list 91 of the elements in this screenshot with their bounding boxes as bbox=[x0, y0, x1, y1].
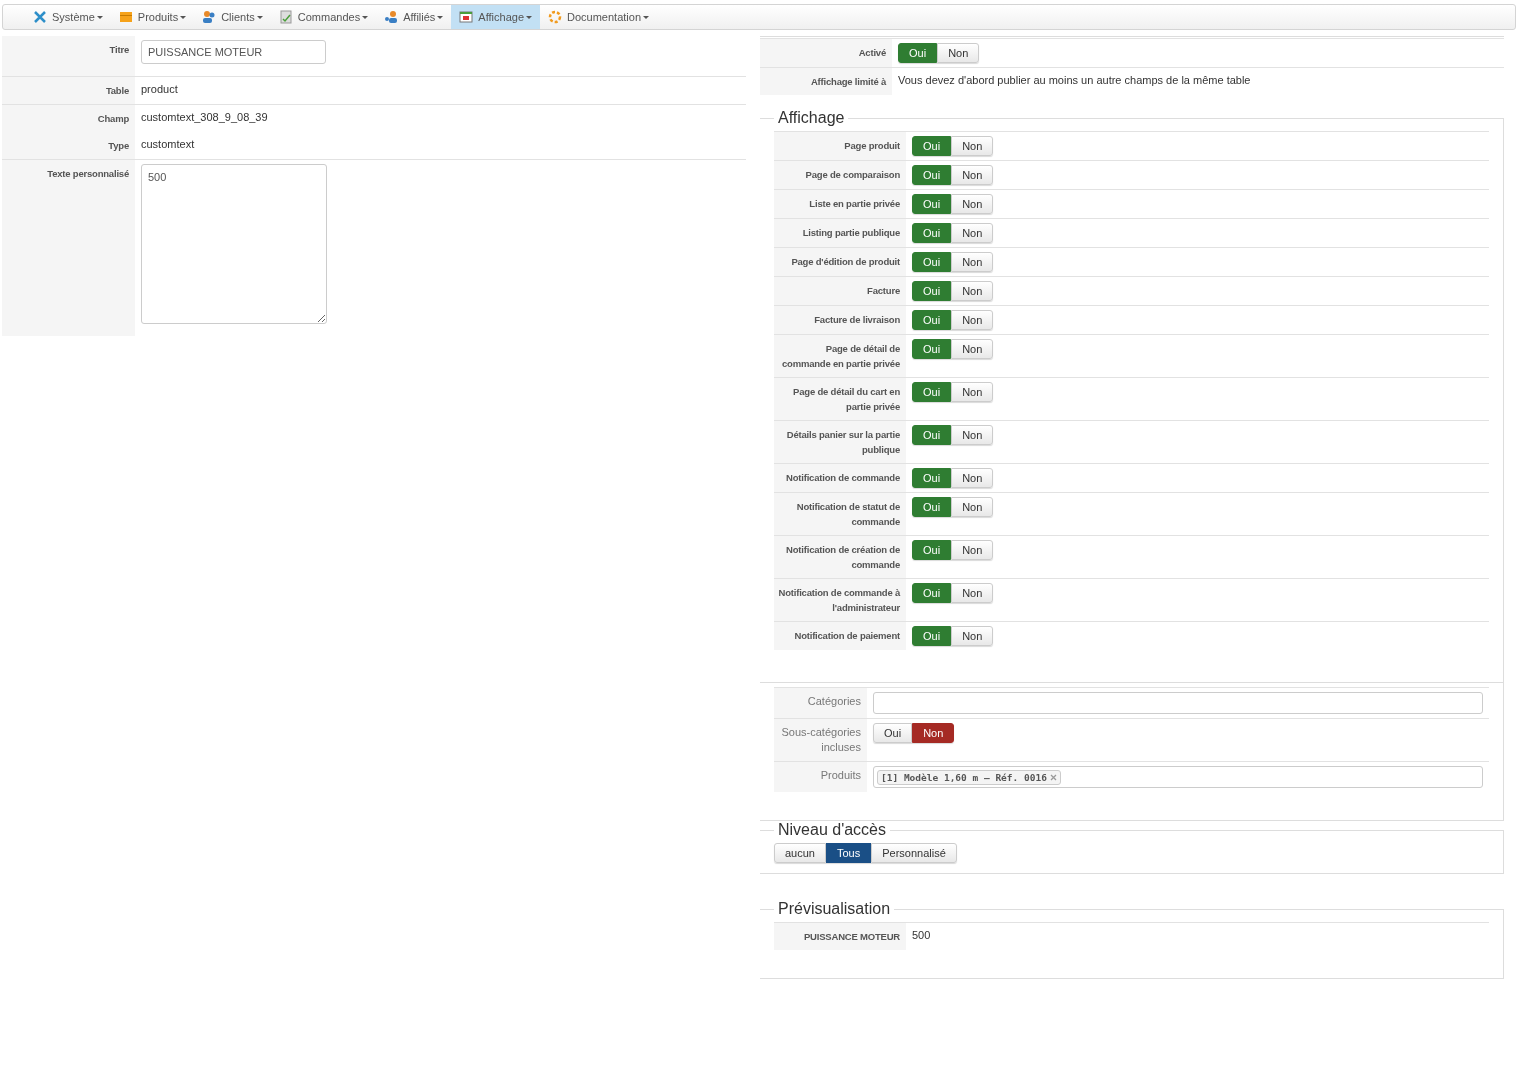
access-option[interactable]: Tous bbox=[826, 843, 872, 863]
field-value: customtext bbox=[141, 137, 195, 152]
product-tag[interactable]: [1] Modèle 1,60 m – Réf. 0016 bbox=[877, 769, 1061, 785]
field-value: Vous devez d'abord publier au moins un autre champs de la même table bbox=[898, 73, 1251, 88]
field-label: Catégories bbox=[774, 688, 867, 718]
yes-option[interactable]: Oui bbox=[912, 310, 952, 330]
field-label: Page de détail du cart en partie privée bbox=[774, 378, 906, 420]
field-value: customtext_308_9_08_39 bbox=[141, 110, 268, 125]
menu-item[interactable]: Système bbox=[25, 5, 111, 29]
no-option[interactable]: Non bbox=[912, 723, 955, 743]
title-field[interactable]: PUISSANCE MOTEUR bbox=[141, 40, 326, 64]
field-label: Liste en partie privée bbox=[774, 190, 906, 218]
field-label: Notification de commande à l'administrateur bbox=[774, 579, 906, 621]
preview-value: 500 bbox=[912, 928, 931, 943]
field-label: Facture de livraison bbox=[774, 306, 906, 334]
yes-option[interactable]: Oui bbox=[912, 382, 952, 402]
section-title: Niveau d'accès bbox=[777, 821, 887, 839]
yes-option[interactable]: Oui bbox=[912, 468, 952, 488]
users-icon bbox=[384, 10, 399, 24]
yes-option[interactable]: Oui bbox=[912, 281, 952, 301]
no-option[interactable]: Non bbox=[951, 497, 994, 517]
lifebuoy-icon bbox=[548, 10, 562, 24]
no-option[interactable]: Non bbox=[951, 468, 994, 488]
field-label: Page de comparaison bbox=[774, 161, 906, 189]
field-label: Affichage limité à bbox=[760, 68, 892, 95]
yes-option[interactable]: Oui bbox=[912, 425, 952, 445]
field-label: Produits bbox=[774, 762, 867, 792]
no-option[interactable]: Non bbox=[951, 165, 994, 185]
no-option[interactable]: Non bbox=[951, 382, 994, 402]
yes-option[interactable]: Oui bbox=[912, 540, 952, 560]
menu-item[interactable]: Affichage bbox=[451, 5, 540, 29]
yes-option[interactable]: Oui bbox=[912, 252, 952, 272]
no-option[interactable]: Non bbox=[951, 223, 994, 243]
yes-option[interactable]: Oui bbox=[912, 194, 952, 214]
no-option[interactable]: Non bbox=[951, 540, 994, 560]
yes-option[interactable]: Oui bbox=[912, 583, 952, 603]
field-value: product bbox=[141, 82, 178, 97]
yes-option[interactable]: Oui bbox=[912, 223, 952, 243]
yes-option[interactable]: Oui bbox=[898, 43, 938, 63]
field-label: Texte personnalisé bbox=[2, 160, 135, 336]
users-icon bbox=[202, 10, 217, 24]
field-label: Notification de commande bbox=[774, 464, 906, 492]
field-label: Champ bbox=[2, 105, 135, 132]
products-field[interactable]: [1] Modèle 1,60 m – Réf. 0016 bbox=[873, 766, 1483, 788]
field-label: Notification de paiement bbox=[774, 622, 906, 650]
no-option[interactable]: Non bbox=[951, 194, 994, 214]
field-label: Sous-catégories incluses bbox=[774, 719, 867, 761]
field-label: Page d'édition de produit bbox=[774, 248, 906, 276]
remove-icon[interactable] bbox=[1049, 773, 1057, 781]
field-label: Listing partie publique bbox=[774, 219, 906, 247]
field-label: Titre bbox=[2, 36, 135, 76]
yes-option[interactable]: Oui bbox=[912, 497, 952, 517]
no-option[interactable]: Non bbox=[951, 339, 994, 359]
field-label: Activé bbox=[760, 39, 892, 67]
no-option[interactable]: Non bbox=[937, 43, 980, 63]
yes-option[interactable]: Oui bbox=[912, 626, 952, 646]
field-label: Page de détail de commande en partie privée bbox=[774, 335, 906, 377]
no-option[interactable]: Non bbox=[951, 252, 994, 272]
yes-option[interactable]: Oui bbox=[912, 136, 952, 156]
section-title: Affichage bbox=[777, 109, 846, 127]
field-label: Type bbox=[2, 132, 135, 159]
yes-option[interactable]: Oui bbox=[912, 165, 952, 185]
no-option[interactable]: Non bbox=[951, 626, 994, 646]
menu-item[interactable]: Clients bbox=[194, 5, 271, 29]
field-label: Page produit bbox=[774, 132, 906, 160]
window-icon bbox=[459, 10, 474, 24]
no-option[interactable]: Non bbox=[951, 136, 994, 156]
field-label: Table bbox=[2, 77, 135, 104]
box-icon bbox=[118, 10, 133, 24]
preview-label: PUISSANCE MOTEUR bbox=[774, 923, 906, 950]
no-option[interactable]: Non bbox=[951, 583, 994, 603]
menu-item[interactable]: Commandes bbox=[270, 5, 377, 29]
categories-field[interactable] bbox=[873, 692, 1483, 714]
field-label: Facture bbox=[774, 277, 906, 305]
field-label: Détails panier sur la partie publique bbox=[774, 421, 906, 463]
no-option[interactable]: Non bbox=[951, 281, 994, 301]
menu-item[interactable]: Affiliés bbox=[376, 5, 452, 29]
yes-option[interactable]: Oui bbox=[873, 723, 913, 743]
document-icon bbox=[278, 10, 293, 24]
menu-item[interactable]: Documentation bbox=[540, 5, 657, 29]
access-option[interactable]: aucun bbox=[774, 843, 826, 863]
field-label: Notification de création de commande bbox=[774, 536, 906, 578]
field-label: Notification de statut de commande bbox=[774, 493, 906, 535]
access-option[interactable]: Personnalisé bbox=[871, 843, 957, 863]
section-title: Prévisualisation bbox=[777, 900, 892, 918]
menu-item[interactable]: Produits bbox=[110, 5, 195, 29]
yes-option[interactable]: Oui bbox=[912, 339, 952, 359]
no-option[interactable]: Non bbox=[951, 310, 994, 330]
tools-icon bbox=[33, 10, 47, 24]
no-option[interactable]: Non bbox=[951, 425, 994, 445]
custom-text-area[interactable]: 500 bbox=[141, 164, 327, 324]
